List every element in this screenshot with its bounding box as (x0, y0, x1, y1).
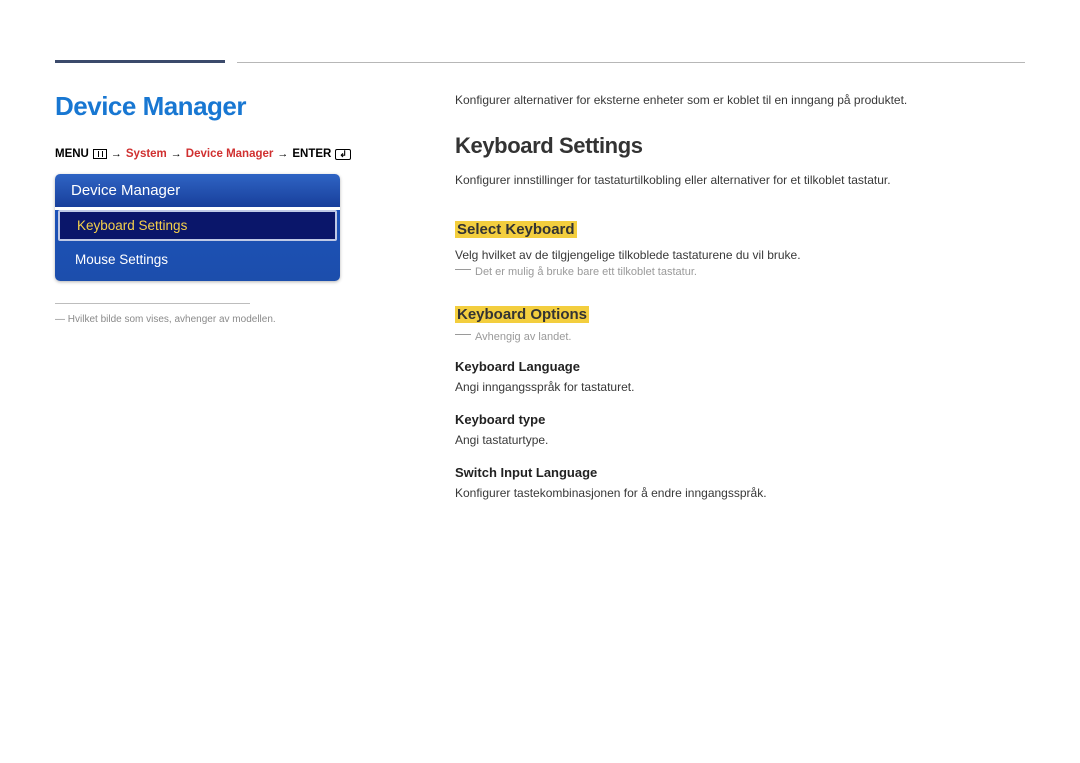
small-divider (55, 303, 250, 304)
arrow-icon: → (277, 148, 288, 160)
note-text: Det er mulig å bruke bare ett tilkoblet … (475, 266, 697, 278)
item-keyboard-type: Keyboard type (455, 412, 1025, 427)
short-line (55, 60, 225, 63)
dash-icon (455, 269, 471, 270)
item-keyboard-language: Keyboard Language (455, 359, 1025, 374)
arrow-icon: → (111, 148, 122, 160)
top-divider (55, 60, 1025, 63)
dash-icon (455, 334, 471, 335)
subheading-keyboard-options: Keyboard Options (455, 306, 589, 323)
breadcrumb: MENU → System → Device Manager → ENTER (55, 148, 401, 160)
arrow-icon: → (171, 148, 182, 160)
subheading-select-keyboard: Select Keyboard (455, 221, 577, 238)
item-switch-input-language-desc: Konfigurer tastekombinasjonen for å endr… (455, 484, 1025, 502)
osd-item-mouse-settings[interactable]: Mouse Settings (55, 244, 340, 275)
footnote-text: Hvilket bilde som vises, avhenger av mod… (68, 314, 276, 325)
osd-panel: Device Manager Keyboard Settings Mouse S… (55, 174, 340, 281)
menu-icon (93, 149, 107, 159)
crumb-device-manager: Device Manager (186, 148, 274, 160)
item-keyboard-language-desc: Angi inngangsspråk for tastaturet. (455, 378, 1025, 396)
note-text: Avhengig av landet. (475, 331, 571, 343)
crumb-system: System (126, 148, 167, 160)
select-keyboard-desc: Velg hvilket av de tilgjengelige tilkobl… (455, 246, 1025, 264)
footnote-dash: ― (55, 314, 65, 325)
page-title: Device Manager (55, 91, 401, 122)
item-keyboard-type-desc: Angi tastaturtype. (455, 431, 1025, 449)
osd-header: Device Manager (55, 174, 340, 207)
keyboard-options-note: Avhengig av landet. (455, 331, 1025, 343)
select-keyboard-note: Det er mulig å bruke bare ett tilkoblet … (455, 266, 1025, 278)
enter-icon (335, 149, 351, 160)
footnote: ― Hvilket bilde som vises, avhenger av m… (55, 314, 401, 325)
long-line (237, 62, 1025, 63)
section-keyboard-settings: Keyboard Settings (455, 133, 1025, 159)
osd-body: Keyboard Settings Mouse Settings (55, 210, 340, 281)
osd-item-keyboard-settings[interactable]: Keyboard Settings (58, 210, 337, 241)
item-switch-input-language: Switch Input Language (455, 465, 1025, 480)
section-desc: Konfigurer innstillinger for tastaturtil… (455, 171, 1025, 189)
crumb-enter: ENTER (292, 148, 331, 160)
intro-text: Konfigurer alternativer for eksterne enh… (455, 91, 1025, 109)
crumb-menu: MENU (55, 148, 89, 160)
